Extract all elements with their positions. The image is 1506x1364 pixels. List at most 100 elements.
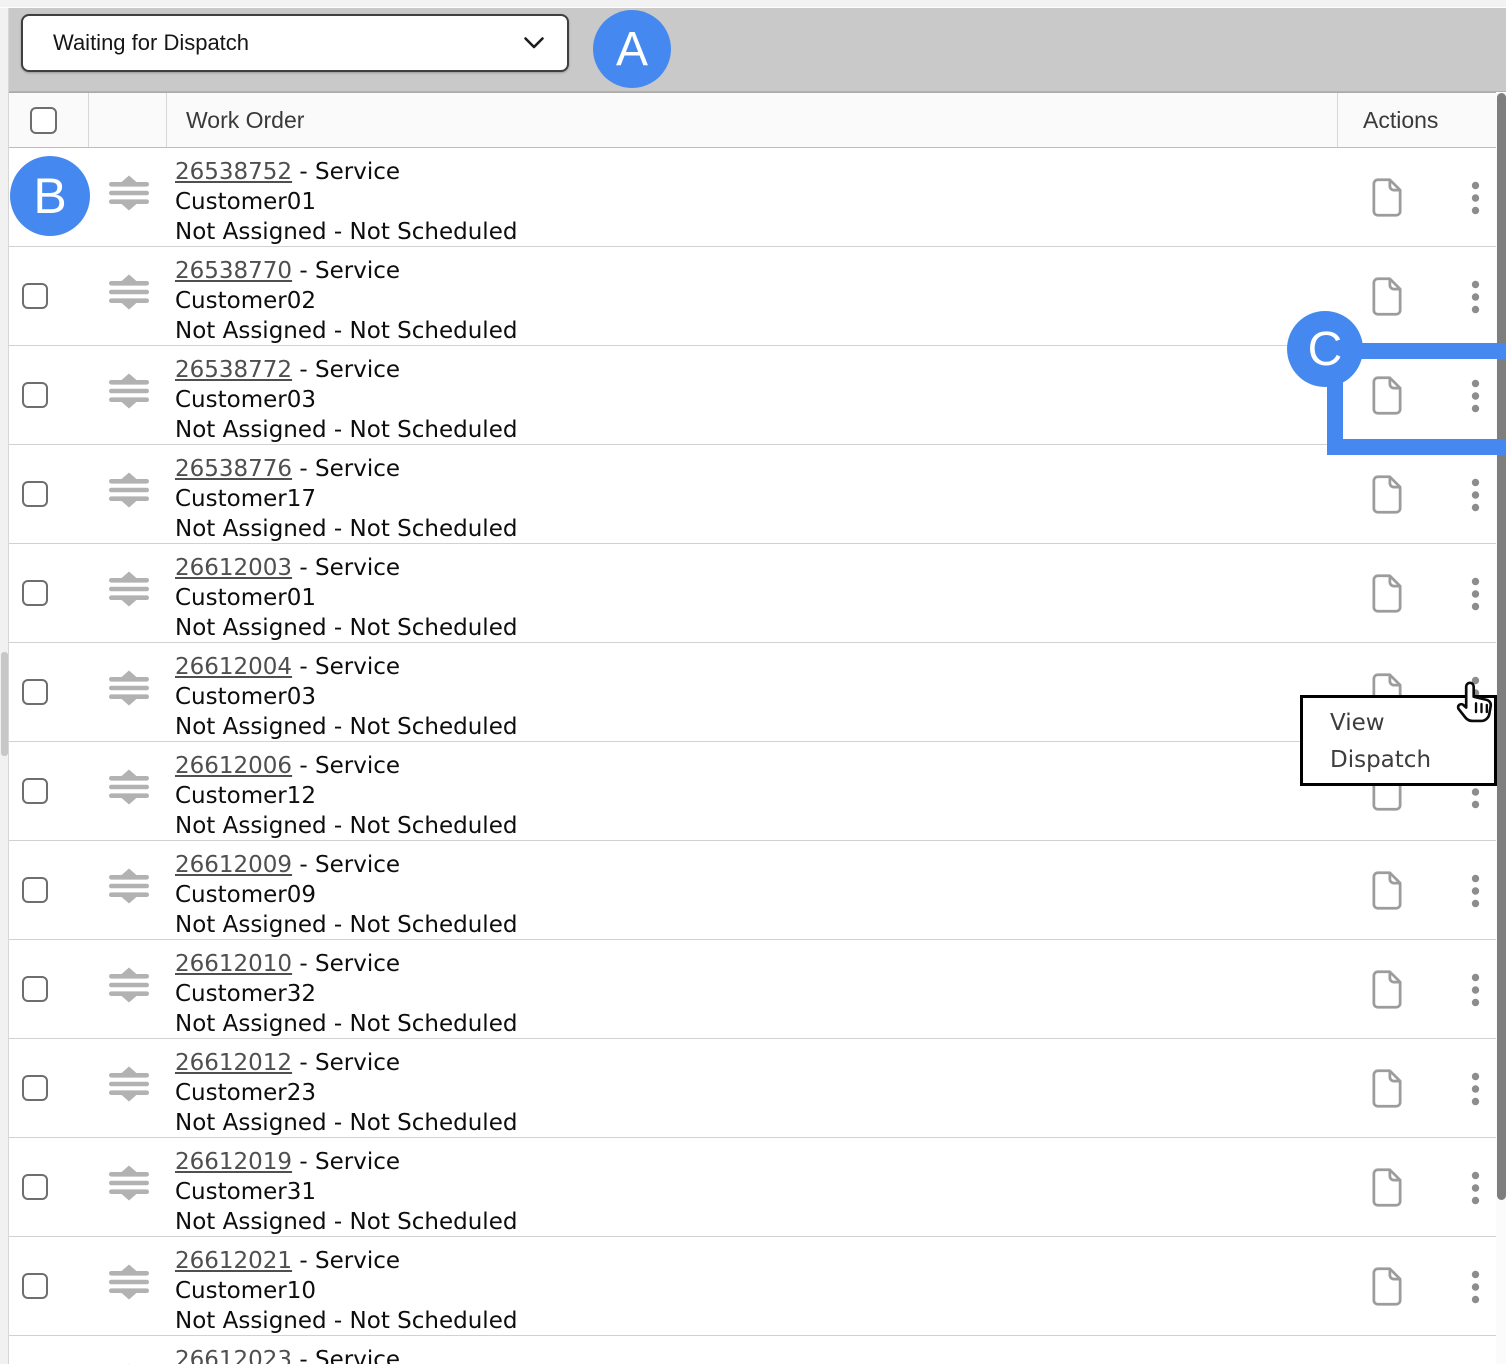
- work-order-customer: Customer10: [175, 1276, 517, 1306]
- document-icon[interactable]: [1371, 277, 1403, 316]
- kebab-menu-icon[interactable]: [1461, 280, 1489, 314]
- table-row: 26612009 - Service Customer09 Not Assign…: [9, 841, 1496, 940]
- row-checkbox[interactable]: [22, 283, 48, 309]
- work-order-link[interactable]: 26538770: [175, 258, 292, 284]
- row-checkbox[interactable]: [22, 1075, 48, 1101]
- drag-handle-icon[interactable]: [106, 172, 152, 214]
- work-order-status: Not Assigned - Not Scheduled: [175, 514, 517, 544]
- menu-item-dispatch[interactable]: Dispatch: [1303, 742, 1494, 779]
- table-row: 26612021 - Service Customer10 Not Assign…: [9, 1237, 1496, 1336]
- right-scrollbar-thumb[interactable]: [1497, 93, 1506, 1200]
- row-checkbox[interactable]: [22, 679, 48, 705]
- work-order-status: Not Assigned - Not Scheduled: [175, 1207, 517, 1237]
- drag-handle-icon[interactable]: [106, 1162, 152, 1204]
- work-order-status: Not Assigned - Not Scheduled: [175, 316, 517, 346]
- kebab-menu-icon[interactable]: [1461, 478, 1489, 512]
- work-order-link[interactable]: 26538776: [175, 456, 292, 482]
- work-order-column-header: Work Order: [186, 93, 304, 147]
- annotation-a-badge: A: [593, 10, 671, 88]
- work-order-link[interactable]: 26538772: [175, 357, 292, 383]
- kebab-menu-icon[interactable]: [1461, 874, 1489, 908]
- drag-handle-icon[interactable]: [106, 1360, 152, 1364]
- work-order-link[interactable]: 26612010: [175, 951, 292, 977]
- work-order-customer: Customer02: [175, 286, 517, 316]
- document-icon[interactable]: [1371, 1168, 1403, 1207]
- work-order-details: 26538776 - Service Customer17 Not Assign…: [175, 454, 517, 544]
- work-order-link[interactable]: 26612009: [175, 852, 292, 878]
- kebab-menu-icon[interactable]: [1461, 577, 1489, 611]
- work-order-status: Not Assigned - Not Scheduled: [175, 217, 517, 247]
- drag-handle-icon[interactable]: [106, 865, 152, 907]
- row-checkbox[interactable]: [22, 580, 48, 606]
- work-order-link[interactable]: 26612021: [175, 1248, 292, 1274]
- work-order-title: 26612004 - Service: [175, 652, 517, 682]
- work-order-title: 26538776 - Service: [175, 454, 517, 484]
- work-order-link[interactable]: 26538752: [175, 159, 292, 185]
- work-order-link[interactable]: 26612003: [175, 555, 292, 581]
- work-order-status: Not Assigned - Not Scheduled: [175, 1108, 517, 1138]
- work-order-type: - Service: [292, 456, 400, 482]
- work-order-title: 26612009 - Service: [175, 850, 517, 880]
- kebab-menu-icon[interactable]: [1461, 181, 1489, 215]
- column-divider: [166, 93, 167, 147]
- drag-handle-icon[interactable]: [106, 568, 152, 610]
- kebab-menu-icon[interactable]: [1461, 1072, 1489, 1106]
- work-order-details: 26612004 - Service Customer03 Not Assign…: [175, 652, 517, 742]
- work-order-status: Not Assigned - Not Scheduled: [175, 1009, 517, 1039]
- drag-handle-icon[interactable]: [106, 667, 152, 709]
- document-icon[interactable]: [1371, 574, 1403, 613]
- drag-handle-icon[interactable]: [106, 370, 152, 412]
- left-scrollbar-thumb[interactable]: [1, 652, 8, 756]
- document-icon[interactable]: [1371, 1267, 1403, 1306]
- drag-handle-icon[interactable]: [106, 1063, 152, 1105]
- work-order-link[interactable]: 26612004: [175, 654, 292, 680]
- kebab-menu-icon[interactable]: [1461, 1171, 1489, 1205]
- drag-handle-icon[interactable]: [106, 964, 152, 1006]
- work-order-type: - Service: [292, 258, 400, 284]
- work-order-link[interactable]: 26612006: [175, 753, 292, 779]
- row-checkbox[interactable]: [22, 382, 48, 408]
- drag-handle-icon[interactable]: [106, 271, 152, 313]
- work-order-customer: Customer32: [175, 979, 517, 1009]
- work-order-status: Not Assigned - Not Scheduled: [175, 811, 517, 841]
- document-icon[interactable]: [1371, 475, 1403, 514]
- work-order-type: - Service: [292, 555, 400, 581]
- status-filter-dropdown[interactable]: Waiting for Dispatch: [21, 14, 569, 72]
- row-checkbox[interactable]: [22, 976, 48, 1002]
- kebab-menu-icon[interactable]: [1461, 973, 1489, 1007]
- row-checkbox[interactable]: [22, 877, 48, 903]
- table-row: 26612019 - Service Customer31 Not Assign…: [9, 1138, 1496, 1237]
- work-order-details: 26538752 - Service Customer01 Not Assign…: [175, 157, 517, 247]
- work-order-list: 26538752 - Service Customer01 Not Assign…: [9, 148, 1496, 1364]
- row-checkbox[interactable]: [22, 1174, 48, 1200]
- drag-handle-icon[interactable]: [106, 766, 152, 808]
- table-row: 26612003 - Service Customer01 Not Assign…: [9, 544, 1496, 643]
- row-checkbox[interactable]: [22, 778, 48, 804]
- work-order-details: 26612019 - Service Customer31 Not Assign…: [175, 1147, 517, 1237]
- kebab-menu-icon[interactable]: [1461, 1270, 1489, 1304]
- table-row: 26612004 - Service Customer03 Not Assign…: [9, 643, 1496, 742]
- row-checkbox[interactable]: [22, 481, 48, 507]
- drag-handle-icon[interactable]: [106, 1261, 152, 1303]
- work-order-link[interactable]: 26612012: [175, 1050, 292, 1076]
- menu-item-view[interactable]: View: [1303, 705, 1494, 742]
- document-icon[interactable]: [1371, 871, 1403, 910]
- document-icon[interactable]: [1371, 970, 1403, 1009]
- document-icon[interactable]: [1371, 178, 1403, 217]
- table-row: 26612023 - Service: [9, 1336, 1496, 1364]
- work-order-type: - Service: [292, 951, 400, 977]
- work-order-title: 26612010 - Service: [175, 949, 517, 979]
- work-order-title: 26612019 - Service: [175, 1147, 517, 1177]
- work-order-customer: Customer01: [175, 583, 517, 613]
- select-all-checkbox[interactable]: [30, 107, 57, 134]
- drag-handle-icon[interactable]: [106, 469, 152, 511]
- work-order-link[interactable]: 26612019: [175, 1149, 292, 1175]
- work-order-customer: Customer09: [175, 880, 517, 910]
- work-order-customer: Customer03: [175, 682, 517, 712]
- row-checkbox[interactable]: [22, 1273, 48, 1299]
- work-order-status: Not Assigned - Not Scheduled: [175, 910, 517, 940]
- work-order-link[interactable]: 26612023: [175, 1347, 292, 1364]
- work-order-type: - Service: [292, 159, 400, 185]
- work-order-type: - Service: [292, 1050, 400, 1076]
- document-icon[interactable]: [1371, 1069, 1403, 1108]
